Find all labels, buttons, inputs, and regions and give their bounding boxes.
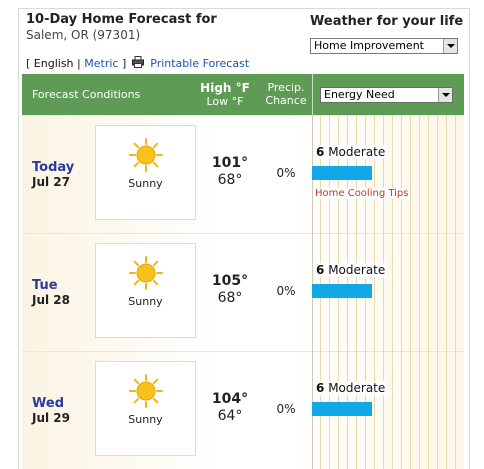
printer-icon[interactable] <box>131 56 144 68</box>
bracket-close: ] <box>121 57 127 70</box>
low-temp: 68° <box>217 172 243 188</box>
condition-box: Sunny <box>95 243 196 338</box>
forecast-row: Today Jul 27 Sunny 101° 68° 0% 6 Moderat… <box>22 115 464 233</box>
energy-need-bar <box>312 402 372 416</box>
energy-need-text: Moderate <box>328 145 386 159</box>
precip-column-header: Precip. Chance <box>260 81 312 107</box>
forecast-day[interactable]: Tue <box>32 278 58 293</box>
energy-need-value: 6 <box>316 381 325 395</box>
metric-link[interactable]: Metric <box>84 57 118 70</box>
high-temp: 104° <box>211 391 249 407</box>
printable-forecast-link[interactable]: Printable Forecast <box>150 57 249 70</box>
precip-header-line1: Precip. <box>267 81 305 94</box>
forecast-date: Jul 27 <box>32 175 70 189</box>
energy-need-bar <box>312 166 372 180</box>
page-title: 10-Day Home Forecast for <box>26 12 217 27</box>
life-category-value: Home Improvement <box>314 39 424 52</box>
energy-need-value: Energy Need <box>324 88 395 101</box>
header-divider <box>312 74 313 115</box>
link-divider: | <box>77 57 81 70</box>
energy-need-value: 6 <box>316 145 325 159</box>
energy-need-label: 6 Moderate <box>314 263 388 277</box>
condition-box: Sunny <box>95 125 196 220</box>
low-temp: 68° <box>217 290 243 306</box>
condition-box: Sunny <box>95 361 196 456</box>
forecast-row: Tue Jul 28 Sunny 105° 68° 0% 6 Moderate <box>22 233 464 351</box>
high-column-header: High °F <box>200 81 250 95</box>
bracket-open: [ <box>26 57 31 70</box>
forecast-table-header: Forecast Conditions High °F Low °F Preci… <box>22 74 464 115</box>
sun-icon <box>129 374 163 408</box>
low-column-header: Low °F <box>206 95 244 108</box>
unit-links: [ English | Metric ] Printable Forecast <box>26 56 249 70</box>
high-temp: 101° <box>211 155 249 171</box>
chevron-down-icon[interactable] <box>443 39 457 53</box>
location-text: Salem, OR (97301) <box>26 28 141 42</box>
energy-need-label: 6 Moderate <box>314 381 388 395</box>
energy-need-text: Moderate <box>328 381 386 395</box>
energy-need-select[interactable]: Energy Need <box>320 87 453 103</box>
forecast-date: Jul 28 <box>32 293 70 307</box>
forecast-day[interactable]: Wed <box>32 396 64 411</box>
energy-need-value: 6 <box>316 263 325 277</box>
forecast-day[interactable]: Today <box>32 160 74 175</box>
energy-need-label: 6 Moderate <box>314 145 388 159</box>
conditions-column-header: Forecast Conditions <box>32 88 141 101</box>
condition-text: Sunny <box>128 295 163 308</box>
weather-for-your-life-heading: Weather for your life <box>310 14 464 29</box>
forecast-row: Wed Jul 29 Sunny 104° 64° 0% 6 Moderate <box>22 351 464 469</box>
precip-header-line2: Chance <box>265 94 307 107</box>
energy-need-text: Moderate <box>328 263 386 277</box>
forecast-header: 10-Day Home Forecast for Salem, OR (9730… <box>26 12 217 43</box>
low-temp: 64° <box>217 408 243 424</box>
energy-need-bar <box>312 284 372 298</box>
high-temp: 105° <box>211 273 249 289</box>
condition-text: Sunny <box>128 177 163 190</box>
sun-icon <box>129 138 163 172</box>
chevron-down-icon[interactable] <box>438 88 452 102</box>
precip-chance: 0% <box>276 166 296 180</box>
precip-chance: 0% <box>276 284 296 298</box>
precip-chance: 0% <box>276 402 296 416</box>
sun-icon <box>129 256 163 290</box>
english-link[interactable]: English <box>34 57 74 70</box>
forecast-date: Jul 29 <box>32 411 70 425</box>
home-cooling-tips-link[interactable]: Home Cooling Tips <box>314 188 410 199</box>
condition-text: Sunny <box>128 413 163 426</box>
life-category-select[interactable]: Home Improvement <box>310 38 458 54</box>
